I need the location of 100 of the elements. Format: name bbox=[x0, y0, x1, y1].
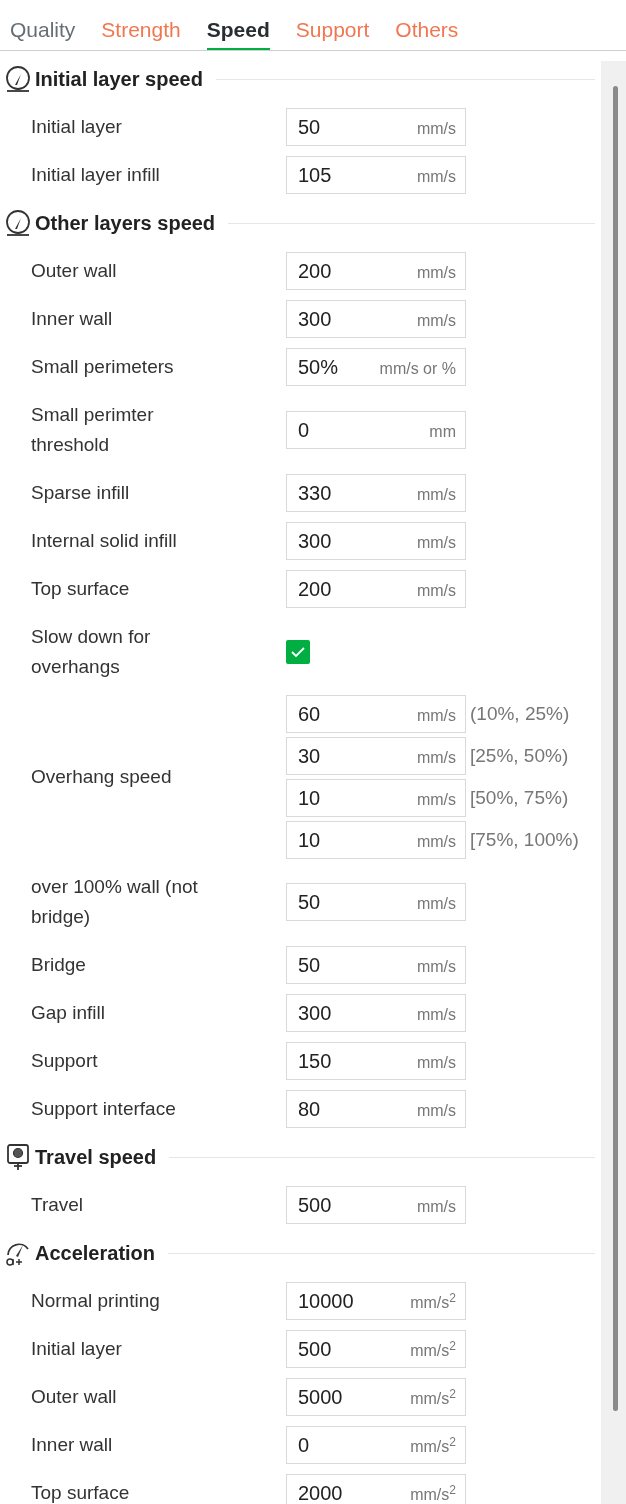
setting-label: Small perimeters bbox=[31, 355, 175, 379]
field-value: 2000 bbox=[298, 1481, 343, 1504]
unit-label: mm/s bbox=[416, 832, 456, 852]
unit-label: mm/s bbox=[416, 533, 456, 553]
tab[interactable]: Speed bbox=[206, 16, 270, 50]
setting-label: Support interface bbox=[31, 1097, 177, 1121]
gauge-icon bbox=[4, 65, 32, 93]
scrollbar-thumb[interactable] bbox=[612, 86, 618, 1411]
number-field[interactable]: 50 mm/s bbox=[286, 946, 466, 984]
field-value: 50% bbox=[298, 355, 339, 379]
number-field[interactable]: 5000 mm/s$^{2}$ bbox=[286, 1378, 466, 1416]
unit-label: mm/s bbox=[416, 1053, 456, 1073]
section-title: Initial layer speed bbox=[35, 67, 203, 92]
section-title: Acceleration bbox=[35, 1241, 156, 1266]
setting-label: Internal solid infill bbox=[31, 529, 178, 553]
setting-label: Outer wall bbox=[31, 259, 118, 283]
field-value: 10000 bbox=[298, 1289, 354, 1313]
number-field[interactable]: 200 mm/s bbox=[286, 570, 466, 608]
section-title: Travel speed bbox=[35, 1145, 157, 1170]
setting-label: over 100% wall (not bridge) bbox=[31, 875, 199, 929]
number-field[interactable]: 0 mm bbox=[286, 411, 466, 449]
unit-label: mm/s bbox=[416, 1197, 456, 1217]
unit-label: mm/s bbox=[416, 167, 456, 187]
number-field[interactable]: 60 mm/s bbox=[286, 695, 466, 733]
number-field[interactable]: 150 mm/s bbox=[286, 1042, 466, 1080]
number-field[interactable]: 80 mm/s bbox=[286, 1090, 466, 1128]
number-field[interactable]: 50 mm/s bbox=[286, 883, 466, 921]
range-label: (10%, 25%) bbox=[470, 701, 570, 726]
unit-label: mm/s$^{2}$ bbox=[410, 1485, 456, 1504]
setting-label: Travel bbox=[31, 1193, 85, 1217]
unit-label: mm/s bbox=[416, 581, 456, 601]
number-field[interactable]: 0 mm/s$^{2}$ bbox=[286, 1426, 466, 1464]
setting-label: Initial layer infill bbox=[31, 163, 161, 187]
field-value: 0 bbox=[298, 418, 310, 442]
field-value: 300 bbox=[298, 1001, 332, 1025]
number-field[interactable]: 200 mm/s bbox=[286, 252, 466, 290]
field-value: 300 bbox=[298, 307, 332, 331]
setting-label: Sparse infill bbox=[31, 481, 131, 505]
field-value: 150 bbox=[298, 1049, 332, 1073]
section-title: Other layers speed bbox=[35, 211, 216, 236]
number-field[interactable]: 50 mm/s bbox=[286, 108, 466, 146]
number-field[interactable]: 300 mm/s bbox=[286, 994, 466, 1032]
field-value: 105 bbox=[298, 163, 332, 187]
unit-label: mm/s$^{2}$ bbox=[410, 1437, 456, 1457]
unit-label: mm/s bbox=[416, 311, 456, 331]
field-value: 300 bbox=[298, 529, 332, 553]
number-field[interactable]: 330 mm/s bbox=[286, 474, 466, 512]
setting-label: Top surface bbox=[31, 1481, 131, 1504]
setting-label: Initial layer bbox=[31, 115, 123, 139]
setting-label: Support bbox=[31, 1049, 99, 1073]
unit-label: mm/s bbox=[416, 485, 456, 505]
number-field[interactable]: 10 mm/s bbox=[286, 821, 466, 859]
field-value: 0 bbox=[298, 1433, 310, 1457]
checkbox[interactable] bbox=[286, 640, 310, 664]
number-field[interactable]: 10000 mm/s$^{2}$ bbox=[286, 1282, 466, 1320]
field-value: 500 bbox=[298, 1337, 332, 1361]
field-value: 80 bbox=[298, 1097, 321, 1121]
field-value: 60 bbox=[298, 702, 321, 726]
unit-label: mm/s bbox=[416, 894, 456, 914]
unit-label: mm/s or % bbox=[379, 359, 456, 379]
unit-label: mm/s$^{2}$ bbox=[410, 1293, 456, 1313]
unit-label: mm/s bbox=[416, 1005, 456, 1025]
number-field[interactable]: 10 mm/s bbox=[286, 779, 466, 817]
field-value: 330 bbox=[298, 481, 332, 505]
unit-label: mm/s bbox=[416, 706, 456, 726]
field-value: 30 bbox=[298, 744, 321, 768]
field-value: 50 bbox=[298, 953, 321, 977]
number-field[interactable]: 105 mm/s bbox=[286, 156, 466, 194]
unit-label: mm/s bbox=[416, 1101, 456, 1121]
tab[interactable]: Quality bbox=[10, 16, 76, 50]
number-field[interactable]: 500 mm/s bbox=[286, 1186, 466, 1224]
field-value: 500 bbox=[298, 1193, 332, 1217]
number-field[interactable]: 30 mm/s bbox=[286, 737, 466, 775]
gauge-icon bbox=[4, 209, 32, 237]
setting-label: Normal printing bbox=[31, 1289, 161, 1313]
number-field[interactable]: 50% mm/s or % bbox=[286, 348, 466, 386]
field-value: 10 bbox=[298, 786, 321, 810]
unit-label: mm/s$^{2}$ bbox=[410, 1341, 456, 1361]
field-value: 200 bbox=[298, 259, 332, 283]
setting-label: Gap infill bbox=[31, 1001, 106, 1025]
setting-label: Top surface bbox=[31, 577, 131, 601]
number-field[interactable]: 500 mm/s$^{2}$ bbox=[286, 1330, 466, 1368]
scrollbar[interactable] bbox=[601, 61, 626, 1504]
number-field[interactable]: 300 mm/s bbox=[286, 522, 466, 560]
setting-label: Bridge bbox=[31, 953, 87, 977]
unit-label: mm/s$^{2}$ bbox=[410, 1389, 456, 1409]
unit-label: mm bbox=[429, 422, 456, 442]
unit-label: mm/s bbox=[416, 119, 456, 139]
field-value: 10 bbox=[298, 828, 321, 852]
range-label: [50%, 75%) bbox=[470, 785, 569, 810]
check-icon bbox=[290, 644, 306, 660]
range-label: [25%, 50%) bbox=[470, 743, 569, 768]
number-field[interactable]: 2000 mm/s$^{2}$ bbox=[286, 1474, 466, 1504]
number-field[interactable]: 300 mm/s bbox=[286, 300, 466, 338]
setting-label: Overhang speed bbox=[31, 765, 173, 789]
field-value: 5000 bbox=[298, 1385, 343, 1409]
field-value: 50 bbox=[298, 890, 321, 914]
setting-label: Slow down for overhangs bbox=[31, 625, 152, 679]
field-value: 50 bbox=[298, 115, 321, 139]
unit-label: mm/s bbox=[416, 957, 456, 977]
